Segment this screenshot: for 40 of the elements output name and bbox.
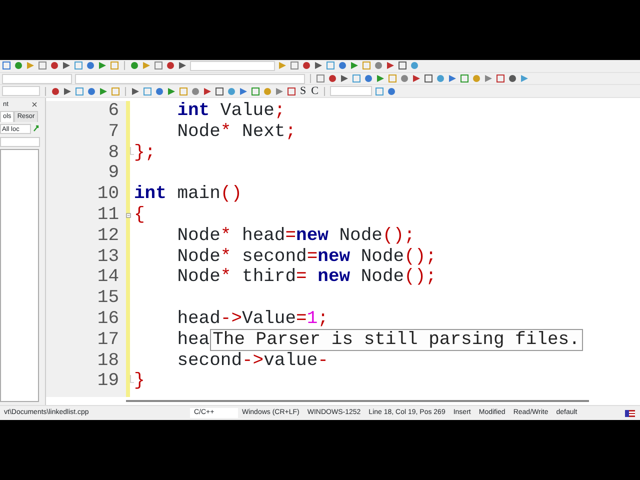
flag-icon (625, 410, 635, 416)
line-number: 10 (96, 184, 120, 206)
code-line: { (134, 205, 145, 226)
close-icon[interactable] (32, 102, 37, 108)
code-line: Node* second=new Node(); (176, 246, 436, 267)
line-number: 17 (96, 330, 120, 351)
toolbar-button[interactable]: C (310, 86, 320, 97)
line-number: 9 (107, 163, 120, 184)
toolbar-button[interactable]: S (299, 86, 308, 97)
line-number: 14 (96, 267, 120, 288)
line-number: 19 (96, 371, 120, 392)
dropdown-field[interactable] (330, 86, 372, 96)
code-line: second->value- (176, 350, 328, 371)
code-line: }; (134, 142, 156, 163)
line-number: 15 (96, 288, 120, 310)
line-number: 7 (107, 122, 120, 143)
line-number: 6 (107, 101, 120, 122)
code-line: int Value; (176, 101, 286, 122)
code-line: head->Value=1; (176, 309, 328, 330)
code-line: Node* Next; (176, 122, 296, 142)
line-number: 11 (96, 205, 120, 226)
line-number: 12 (96, 226, 120, 247)
tooltip: The Parser is still parsing files. (210, 328, 583, 351)
dropdown-field[interactable] (2, 86, 40, 96)
code-line: int main() (134, 184, 242, 204)
code-line: hea (176, 330, 210, 350)
line-number: 16 (96, 309, 120, 330)
dropdown-field[interactable] (0, 136, 40, 147)
dropdown-field[interactable] (190, 60, 275, 71)
code-line: Node* head=new Node(); (176, 226, 415, 246)
dropdown-field[interactable] (75, 74, 305, 84)
dropdown-field[interactable] (2, 74, 72, 84)
fold-icon[interactable] (126, 213, 131, 218)
line-number: 18 (96, 350, 120, 372)
arrow-icon[interactable] (33, 125, 40, 132)
code-line: Node* third= new Node(); (176, 267, 436, 288)
line-number: 13 (96, 246, 120, 268)
scrollbar[interactable] (126, 400, 589, 402)
line-number: 8 (107, 142, 120, 164)
code-line: } (134, 371, 145, 392)
